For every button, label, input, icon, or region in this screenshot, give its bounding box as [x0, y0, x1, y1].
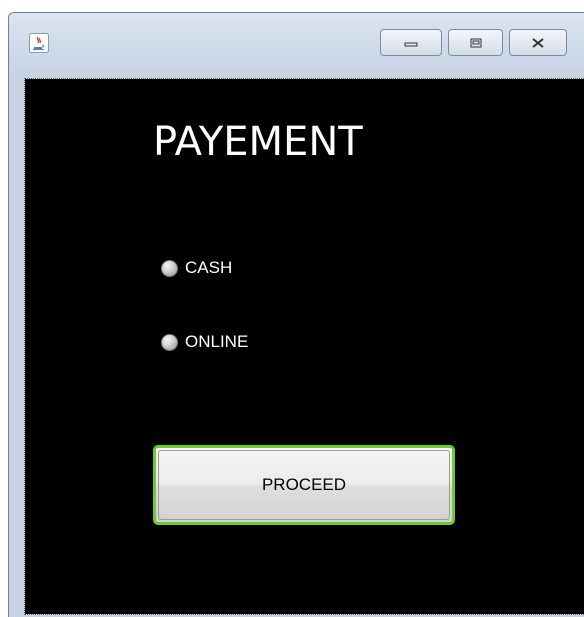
proceed-button[interactable]: PROCEED: [153, 445, 455, 525]
proceed-button-label: PROCEED: [261, 475, 347, 494]
minimize-icon: [404, 42, 418, 46]
radio-cash[interactable]: CASH: [161, 258, 232, 278]
radio-button-icon[interactable]: [161, 333, 178, 351]
radio-cash-label: CASH: [185, 258, 233, 277]
radio-button-icon[interactable]: [161, 259, 178, 277]
minimize-button[interactable]: [380, 29, 442, 56]
maximize-icon: [470, 38, 481, 47]
radio-online[interactable]: ONLINE: [161, 332, 248, 352]
content-panel: PAYEMENT CASH ONLINE PROCEED: [24, 78, 584, 615]
java-cup-icon[interactable]: [29, 33, 49, 53]
close-icon: [532, 37, 544, 48]
radio-online-label: ONLINE: [185, 332, 249, 351]
title-bar: [9, 13, 584, 71]
app-window: PAYEMENT CASH ONLINE PROCEED: [8, 12, 584, 617]
maximize-button[interactable]: [448, 29, 503, 56]
close-button[interactable]: [509, 29, 567, 56]
page-title: PAYEMENT: [153, 119, 363, 165]
